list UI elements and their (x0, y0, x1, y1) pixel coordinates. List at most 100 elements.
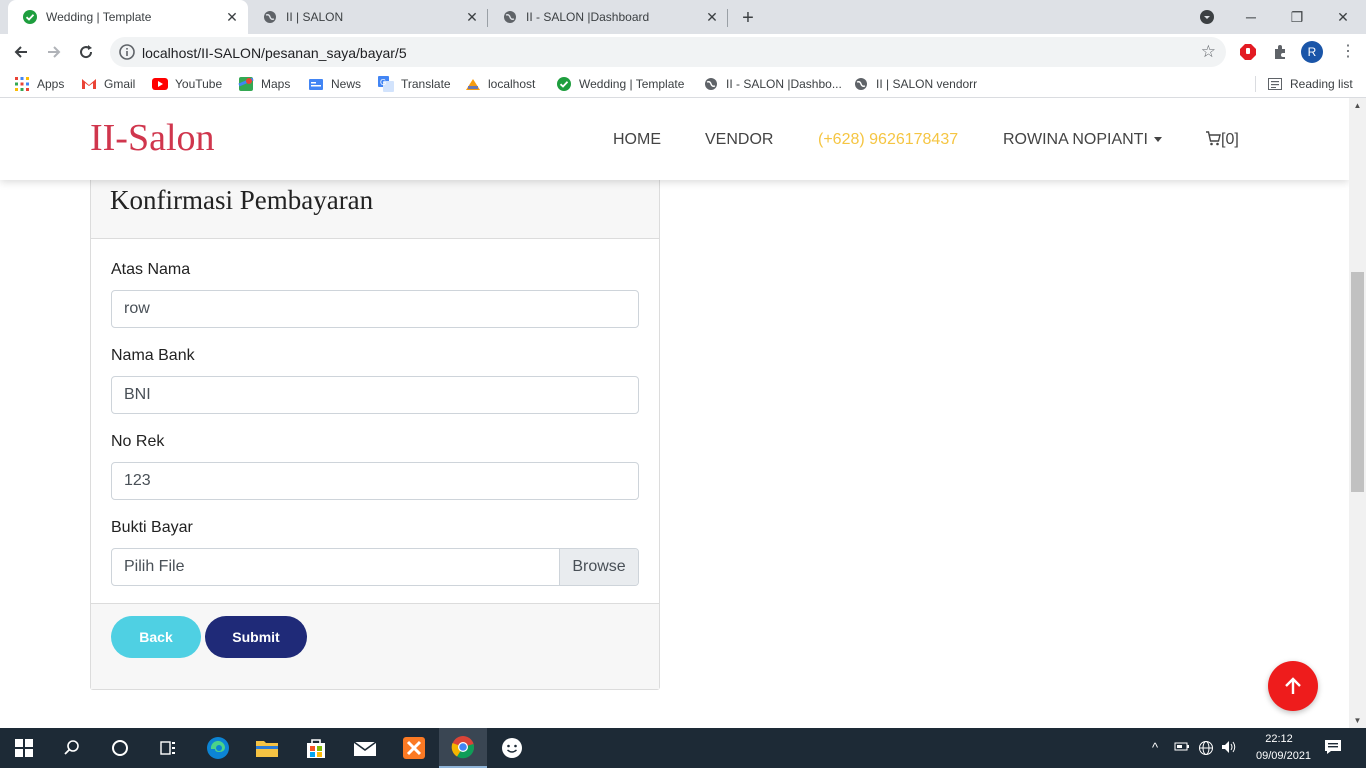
atas-nama-input[interactable] (111, 290, 639, 328)
bookmark-maps[interactable]: Maps (238, 76, 290, 92)
no-rek-input[interactable] (111, 462, 639, 500)
bookmark-label: Wedding | Template (579, 77, 685, 91)
folder-icon (256, 741, 278, 757)
close-window-button[interactable]: ✕ (1320, 0, 1366, 34)
apps-grid-icon (14, 76, 30, 92)
bookmark-apps[interactable]: Apps (14, 76, 64, 92)
network-globe-icon[interactable] (1198, 740, 1214, 759)
store-bag-icon (307, 739, 325, 758)
cortana-button[interactable] (96, 728, 144, 768)
bookmark-translate[interactable]: G Translate (378, 76, 451, 92)
no-rek-label: No Rek (111, 433, 165, 450)
minimize-button[interactable]: ─ (1228, 0, 1274, 34)
bookmark-wedding-template[interactable]: Wedding | Template (556, 76, 684, 92)
restore-button[interactable]: ❐ (1274, 0, 1320, 34)
check-circle-icon (22, 9, 38, 25)
mail-taskbar-app[interactable] (341, 728, 389, 768)
windows-logo-icon (15, 739, 33, 757)
brand-logo[interactable]: II-Salon (90, 116, 215, 160)
system-clock[interactable]: 22:12 09/09/2021 (1256, 731, 1312, 765)
tab-title: II | SALON (286, 10, 344, 24)
nama-bank-input[interactable] (111, 376, 639, 414)
close-icon[interactable]: ✕ (702, 7, 722, 27)
bookmark-star-icon[interactable]: ☆ (1201, 42, 1216, 62)
nav-user-dropdown[interactable]: ROWINA NOPIANTI (1003, 131, 1162, 149)
scroll-to-top-button[interactable] (1268, 661, 1318, 711)
bukti-bayar-label: Bukti Bayar (111, 519, 193, 536)
reload-icon[interactable] (73, 39, 99, 65)
adblock-extension-icon[interactable] (1238, 42, 1258, 62)
bookmark-gmail[interactable]: Gmail (81, 76, 135, 92)
close-icon[interactable]: ✕ (222, 7, 242, 27)
chrome-taskbar-app[interactable] (439, 728, 487, 768)
bookmark-youtube[interactable]: YouTube (152, 76, 222, 92)
nav-phone[interactable]: (+628) 9626178437 (818, 131, 958, 149)
maps-icon (238, 76, 254, 92)
close-icon[interactable]: ✕ (462, 7, 482, 27)
page-scrollbar[interactable]: ▲ ▼ (1349, 98, 1366, 728)
task-view-icon (160, 741, 175, 755)
caret-down-icon (1153, 137, 1162, 143)
tab-wedding-template[interactable]: Wedding | Template ✕ (8, 0, 248, 34)
clock-date: 09/09/2021 (1256, 750, 1312, 762)
news-icon (308, 76, 324, 92)
payment-confirmation-card: Konfirmasi Pembayaran Atas Nama Nama Ban… (90, 158, 660, 690)
file-placeholder: Pilih File (124, 558, 185, 575)
scroll-down-arrow-icon[interactable]: ▼ (1349, 713, 1366, 728)
nav-vendor[interactable]: VENDOR (705, 131, 773, 149)
show-hidden-icons-chevron-icon[interactable]: ^ (1152, 740, 1158, 755)
gmail-icon (81, 76, 97, 92)
back-button[interactable]: Back (111, 616, 201, 658)
reading-list-button[interactable]: Reading list (1267, 76, 1353, 92)
globe-icon (703, 76, 719, 92)
tab-ii-salon-dashboard[interactable]: II - SALON |Dashboard ✕ (488, 0, 728, 34)
tab-ii-salon[interactable]: II | SALON ✕ (248, 0, 488, 34)
edge-taskbar-app[interactable] (194, 728, 242, 768)
url-text: localhost/II-SALON/pesanan_saya/bayar/5 (142, 45, 407, 61)
bookmark-label: Maps (261, 77, 291, 91)
bukti-bayar-file-input[interactable]: Pilih File Browse (111, 548, 639, 586)
youtube-icon (152, 76, 168, 92)
forward-arrow-icon[interactable] (41, 39, 67, 65)
new-tab-button[interactable]: + (736, 6, 760, 30)
file-explorer-taskbar-app[interactable] (243, 728, 291, 768)
xampp-taskbar-app[interactable] (390, 728, 438, 768)
cart-icon (1205, 131, 1221, 151)
battery-icon[interactable] (1174, 740, 1190, 755)
store-taskbar-app[interactable] (292, 728, 340, 768)
start-button[interactable] (0, 728, 48, 768)
windows-taskbar: ^ 22:12 09/09/2021 (0, 728, 1366, 768)
bookmark-news[interactable]: News (308, 76, 361, 92)
bookmark-ii-salon-dashboard[interactable]: II - SALON |Dashbo... (703, 76, 842, 92)
nav-cart[interactable]: [0] (1205, 131, 1239, 151)
back-arrow-icon[interactable] (8, 39, 34, 65)
extensions-puzzle-icon[interactable] (1270, 42, 1290, 62)
card-footer: Back Submit (91, 603, 659, 689)
arrow-up-icon (1285, 677, 1301, 694)
bookmark-localhost[interactable]: localhost (465, 76, 535, 92)
smiley-taskbar-app[interactable] (488, 728, 536, 768)
atas-nama-label: Atas Nama (111, 261, 191, 278)
tab-title: Wedding | Template (46, 10, 152, 24)
scroll-up-arrow-icon[interactable]: ▲ (1349, 98, 1366, 113)
bookmark-label: News (331, 77, 362, 91)
bookmark-ii-salon-vendorr[interactable]: II | SALON vendorr (853, 76, 977, 92)
info-icon[interactable] (118, 43, 136, 61)
edge-icon (207, 737, 229, 759)
bookmark-label: Translate (401, 77, 451, 91)
bookmark-label: II - SALON |Dashbo... (726, 77, 842, 91)
nav-home[interactable]: HOME (613, 131, 661, 149)
bookmarks-bar: Apps Gmail YouTube Maps News G Translate (0, 70, 1366, 98)
browse-button[interactable]: Browse (559, 549, 638, 585)
notifications-icon[interactable] (1324, 739, 1342, 758)
scroll-thumb[interactable] (1351, 272, 1364, 492)
menu-kebab-icon[interactable]: ⋮ (1338, 42, 1358, 62)
chevron-down-icon (1200, 10, 1214, 24)
volume-icon[interactable] (1221, 740, 1237, 757)
search-button[interactable] (48, 728, 96, 768)
address-bar[interactable]: localhost/II-SALON/pesanan_saya/bayar/5 … (110, 37, 1226, 67)
profile-avatar[interactable]: R (1301, 41, 1323, 63)
tab-search-button[interactable] (1184, 0, 1230, 34)
task-view-button[interactable] (144, 728, 192, 768)
submit-button[interactable]: Submit (205, 616, 307, 658)
